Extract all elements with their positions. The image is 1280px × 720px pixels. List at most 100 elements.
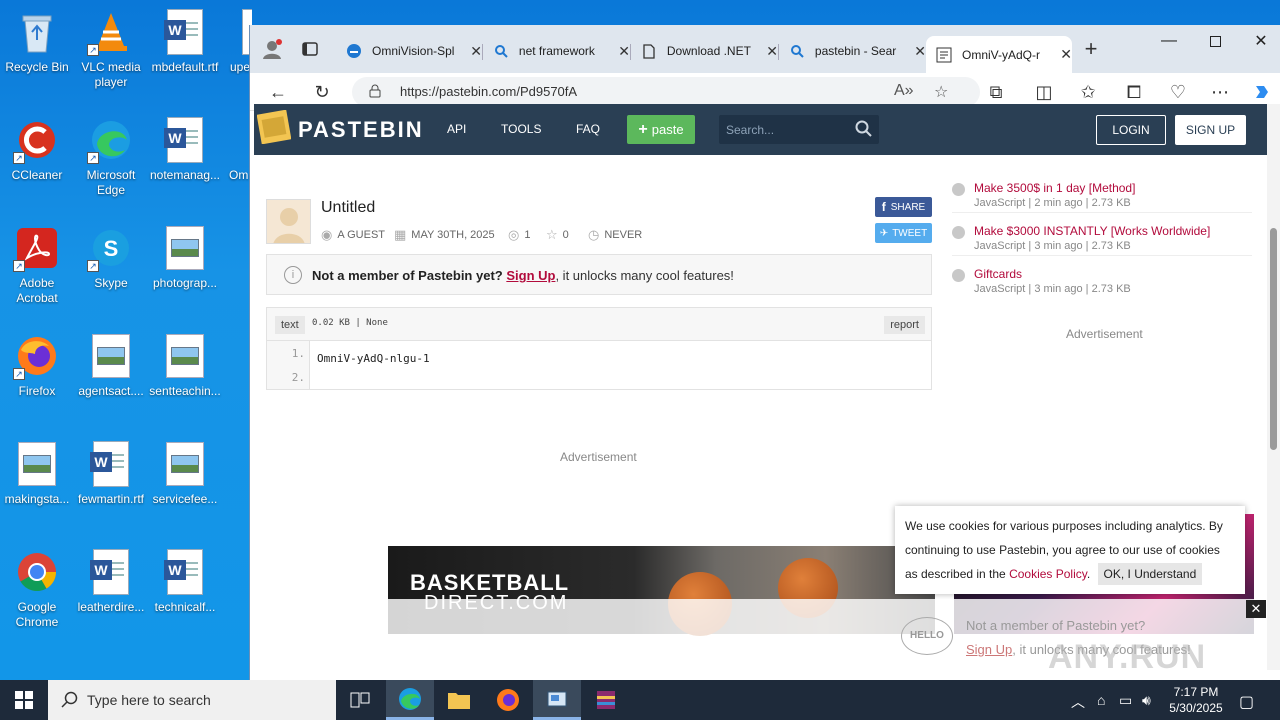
tab-actions-icon[interactable] [298,37,322,61]
desktop-icon-mbdefault[interactable]: W mbdefault.rtf [148,8,222,75]
network-icon[interactable]: ▭ [1119,692,1132,709]
paste-size: 0.02 KB | None [312,318,388,328]
desktop-icon-label: Om [229,168,249,182]
desktop-icon-technicalf[interactable]: W technicalf... [148,548,222,615]
recent-paste-item[interactable]: Giftcards JavaScript | 3 min ago | 2.73 … [952,267,1252,299]
desktop-icon-notemanag[interactable]: W notemanag... [148,116,222,183]
recent-paste-title[interactable]: Make $3000 INSTANTLY [Works Worldwide] [974,224,1210,238]
syntax-badge[interactable]: text [275,316,305,334]
close-tab-icon[interactable]: ✕ [766,43,778,60]
signup-button[interactable]: SIGN UP [1175,115,1246,145]
taskbar-winrar-icon[interactable] [582,680,630,720]
favorite-star-icon[interactable]: ☆ [934,82,948,102]
close-tab-icon[interactable]: ✕ [618,43,630,60]
tab-net-framework[interactable]: net framework ✕ [484,36,631,66]
pastebin-brand[interactable]: PASTEBIN [298,117,424,143]
scrollbar-thumb[interactable] [1270,228,1277,450]
pastebin-logo-icon[interactable] [256,109,292,145]
shortcut-arrow-icon: ↗ [13,260,25,272]
report-button[interactable]: report [884,316,925,334]
extensions-icon[interactable]: ⧉ [984,80,1008,104]
url-text[interactable]: https://pastebin.com/Pd9570fA [400,84,577,99]
search-icon [494,43,509,59]
show-hidden-icons-icon[interactable]: ︿ [1071,692,1085,712]
refresh-icon[interactable]: ↻ [310,80,334,104]
recent-paste-title[interactable]: Giftcards [974,267,1022,281]
facebook-share-button[interactable]: f SHARE [875,197,932,217]
desktop-icon-leatherdire[interactable]: W leatherdire... [74,548,148,615]
minimize-icon[interactable]: — [1146,25,1192,57]
taskbar-firefox-icon[interactable] [484,680,532,720]
desktop-icon-om[interactable]: Om [222,116,252,183]
recent-paste-item[interactable]: Make $3000 INSTANTLY [Works Worldwide] J… [952,224,1252,256]
windows-start-icon[interactable] [0,680,48,720]
tab-download-net[interactable]: Download .NET ✕ [632,36,779,66]
tab-pastebin-active[interactable]: OmniV-yAdQ-r ✕ [926,36,1072,73]
split-screen-icon[interactable]: ◫ [1032,80,1056,104]
lock-icon[interactable] [368,84,382,98]
page-scrollbar[interactable] [1267,104,1280,670]
desktop-icon-skype[interactable]: S ↗ Skype [74,224,148,291]
taskbar-clock[interactable]: 7:17 PM 5/30/2025 [1166,684,1226,716]
desktop-icon-microsoft-edge[interactable]: ↗ Microsoft Edge [74,116,148,198]
tab-pastebin-search[interactable]: pastebin - Sear ✕ [780,36,926,66]
tab-omnivision[interactable]: OmniVision-Spl ✕ [336,36,483,66]
notifications-icon[interactable]: ▢ [1239,692,1254,712]
desktop-icon-agentsact[interactable]: agentsact.... [74,332,148,399]
favorites-icon[interactable]: ✩ [1076,80,1100,104]
code-line[interactable]: OmniV-yAdQ-nlgu-1 [317,352,430,365]
desktop-icon-sentteachin[interactable]: sentteachin... [148,332,222,399]
nav-api[interactable]: API [447,122,466,136]
nav-faq[interactable]: FAQ [576,122,600,136]
desktop-icon-vlc[interactable]: ↗ VLC media player [74,8,148,90]
cookies-policy-link[interactable]: Cookies Policy [1009,567,1087,581]
maximize-icon[interactable] [1192,25,1238,57]
paste-author[interactable]: ◉ A GUEST [321,227,385,243]
back-icon[interactable]: ← [266,80,290,104]
desktop-icon-makingsta[interactable]: makingsta... [0,440,74,507]
taskbar-file-explorer-icon[interactable] [435,680,483,720]
desktop-icon-ccleaner[interactable]: ↗ CCleaner [0,116,74,183]
bottom-signup-link[interactable]: Sign Up [966,642,1012,657]
close-tab-icon[interactable]: ✕ [470,43,482,60]
taskbar-search[interactable]: Type here to search [48,680,336,720]
browser-essentials-icon[interactable]: ♡ [1166,80,1190,104]
copilot-icon[interactable] [1250,80,1274,104]
login-button[interactable]: LOGIN [1096,115,1166,145]
word-document-icon: W [161,548,209,596]
collections-icon[interactable]: ⧠ [1122,80,1146,104]
twitter-tweet-button[interactable]: ✈ TWEET [875,223,932,243]
taskbar-edge-icon[interactable] [386,680,434,720]
avatar[interactable] [266,199,311,244]
desktop-icon-recycle-bin[interactable]: Recycle Bin [0,8,74,75]
close-icon[interactable]: ✕ [1246,600,1266,618]
url-bar[interactable]: https://pastebin.com/Pd9570fA A» ☆ [352,77,980,107]
signup-link[interactable]: Sign Up [506,268,555,283]
desktop-icon-google-chrome[interactable]: Google Chrome [0,548,74,630]
new-paste-button[interactable]: + paste [627,115,695,144]
desktop-icon-fewmartin[interactable]: W fewmartin.rtf [74,440,148,507]
code-header: text 0.02 KB | None report [267,308,931,341]
close-window-icon[interactable]: ✕ [1238,25,1280,57]
meet-now-icon[interactable]: ⌂ [1097,692,1105,708]
desktop-icon-upe[interactable]: upe [222,8,252,75]
nav-tools[interactable]: TOOLS [501,122,541,136]
desktop-icon-photograp[interactable]: photograp... [148,224,222,291]
desktop-icon-firefox[interactable]: ↗ Firefox [0,332,74,399]
read-aloud-icon[interactable]: A» [894,82,914,100]
recent-paste-item[interactable]: Make 3500$ in 1 day [Method] JavaScript … [952,181,1252,213]
new-tab-icon[interactable]: + [1079,36,1103,61]
more-menu-icon[interactable]: ⋯ [1208,80,1232,104]
close-tab-icon[interactable]: ✕ [1060,46,1072,63]
recent-paste-title[interactable]: Make 3500$ in 1 day [Method] [974,181,1135,195]
taskbar-app-icon[interactable] [533,680,581,720]
desktop-icon-adobe-acrobat[interactable]: ↗ Adobe Acrobat [0,224,74,306]
profile-icon[interactable] [260,37,284,61]
close-tab-icon[interactable]: ✕ [914,43,926,60]
search-icon[interactable] [855,120,873,138]
cookie-accept-button[interactable]: OK, I Understand [1097,563,1203,585]
search-input[interactable]: Search... [719,115,879,144]
desktop-icon-servicefee[interactable]: servicefee... [148,440,222,507]
volume-icon[interactable]: 🔊︎ [1142,692,1151,709]
task-view-icon[interactable] [336,680,384,720]
